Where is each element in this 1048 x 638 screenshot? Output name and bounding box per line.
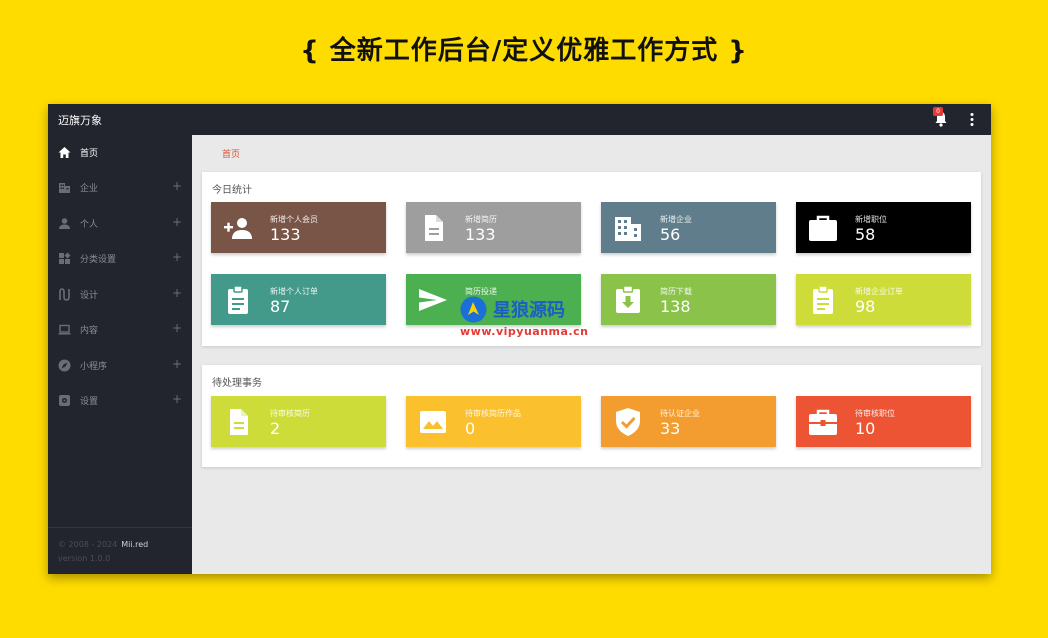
brand-link[interactable]: Mii.red [121, 540, 148, 549]
expand-icon[interactable]: + [172, 179, 182, 193]
sidebar-item-mini-program[interactable]: 小程序 + [48, 351, 192, 381]
card-label: 待审核简历作品 [465, 409, 521, 418]
watermark-text: 星狼源码 [493, 300, 565, 321]
pending-card-enterprise-verification[interactable]: 待认证企业 33 [601, 396, 776, 447]
card-value: 133 [465, 225, 496, 244]
send-icon [419, 289, 447, 311]
laptop-icon [58, 324, 71, 335]
document-icon [230, 409, 248, 435]
sidebar-item-category-settings[interactable]: 分类设置 + [48, 244, 192, 274]
stat-card-new-jobs[interactable]: 新增职位 58 [796, 202, 971, 253]
version-text: version 1.0.0 [58, 554, 111, 563]
clipboard-icon [228, 285, 248, 314]
main-content: 首页 今日统计 新增个人会员 133 新增简历 133 新增企业 56 新增职位 [192, 135, 991, 574]
card-label: 新增企业订单 [855, 287, 903, 296]
sidebar-item-home[interactable]: 首页 [48, 138, 192, 168]
card-label: 新增企业 [660, 215, 692, 224]
stat-card-enterprise-orders[interactable]: 新增企业订单 98 [796, 274, 971, 325]
document-icon [425, 215, 443, 241]
panel-title: 待处理事务 [212, 378, 262, 389]
widgets-icon [59, 252, 71, 264]
image-icon [420, 411, 446, 433]
building-icon [59, 183, 70, 193]
card-value: 98 [855, 297, 876, 316]
sidebar-item-settings[interactable]: 设置 + [48, 386, 192, 416]
design-icon [59, 288, 70, 301]
page-headline: { 全新工作后台/定义优雅工作方式 } [300, 36, 748, 66]
sidebar-item-content[interactable]: 内容 + [48, 315, 192, 345]
expand-icon[interactable]: + [172, 357, 182, 371]
card-value: 0 [465, 419, 476, 438]
app-title: 迈旗万象 [58, 114, 102, 127]
sidebar-item-label: 设置 [80, 397, 99, 407]
card-value: 138 [660, 297, 691, 316]
card-value: 10 [855, 419, 876, 438]
card-value: 2 [270, 419, 281, 438]
expand-icon[interactable]: + [172, 250, 182, 264]
watermark-logo-icon [460, 296, 487, 323]
home-icon [58, 147, 71, 158]
sidebar: 首页 企业 + 个人 + 分类设置 + 设计 + 内容 + 小程序 + 设置 +… [48, 135, 192, 574]
settings-icon [59, 395, 70, 406]
sidebar-item-personal[interactable]: 个人 + [48, 209, 192, 239]
sidebar-item-enterprise[interactable]: 企业 + [48, 173, 192, 203]
stat-card-new-members[interactable]: 新增个人会员 133 [211, 202, 386, 253]
clipboard-icon [813, 285, 833, 314]
sidebar-item-label: 内容 [80, 326, 99, 336]
card-value: 133 [270, 225, 301, 244]
card-value: 58 [855, 225, 876, 244]
sidebar-item-label: 首页 [80, 149, 99, 159]
stat-card-new-resumes[interactable]: 新增简历 133 [406, 202, 581, 253]
briefcase-icon [809, 409, 837, 435]
expand-icon[interactable]: + [172, 392, 182, 406]
stat-card-resume-downloads[interactable]: 简历下载 138 [601, 274, 776, 325]
card-label: 新增个人订单 [270, 287, 318, 296]
card-label: 新增个人会员 [270, 215, 318, 224]
pending-card-resumes[interactable]: 待审核简历 2 [211, 396, 386, 447]
pending-card-jobs[interactable]: 待审核职位 10 [796, 396, 971, 447]
person-add-icon [224, 218, 252, 239]
card-value: 56 [660, 225, 681, 244]
card-label: 待审核职位 [855, 409, 895, 418]
notification-badge: 0 [933, 107, 943, 116]
expand-icon[interactable]: + [172, 286, 182, 300]
download-icon [616, 285, 640, 313]
shield-check-icon [616, 408, 640, 436]
sidebar-item-label: 企业 [80, 184, 99, 194]
copyright-text: © 2008 - 2024 [58, 540, 118, 549]
pending-tasks-panel: 待处理事务 待审核简历 2 待审核简历作品 0 待认证企业 33 待审核职位 1… [202, 365, 981, 467]
sidebar-item-design[interactable]: 设计 + [48, 280, 192, 310]
expand-icon[interactable]: + [172, 321, 182, 335]
card-label: 新增简历 [465, 215, 497, 224]
sidebar-item-label: 设计 [80, 291, 99, 301]
expand-icon[interactable]: + [172, 215, 182, 229]
stat-card-new-enterprises[interactable]: 新增企业 56 [601, 202, 776, 253]
pending-card-resume-works[interactable]: 待审核简历作品 0 [406, 396, 581, 447]
building-icon [615, 217, 641, 241]
person-icon [59, 218, 70, 229]
card-value: 33 [660, 419, 681, 438]
more-vert-icon[interactable] [969, 112, 975, 127]
watermark-url: www.vipyuanma.cn [460, 325, 589, 338]
sidebar-footer: © 2008 - 2024 Mii.red version 1.0.0 [48, 527, 192, 574]
sidebar-item-label: 分类设置 [80, 255, 117, 265]
sidebar-item-label: 小程序 [80, 362, 108, 372]
breadcrumb[interactable]: 首页 [222, 147, 240, 160]
briefcase-icon [809, 215, 837, 241]
panel-title: 今日统计 [212, 185, 252, 196]
stat-card-personal-orders[interactable]: 新增个人订单 87 [211, 274, 386, 325]
card-label: 待认证企业 [660, 409, 700, 418]
top-bar: 迈旗万象 0 [48, 104, 991, 135]
card-label: 待审核简历 [270, 409, 310, 418]
sidebar-item-label: 个人 [80, 220, 99, 230]
card-label: 新增职位 [855, 215, 887, 224]
compass-icon [58, 359, 71, 372]
copyright-line: © 2008 - 2024 Mii.red [58, 540, 148, 549]
watermark: 星狼源码 www.vipyuanma.cn [460, 296, 595, 344]
card-label: 简历下载 [660, 287, 692, 296]
card-value: 87 [270, 297, 291, 316]
